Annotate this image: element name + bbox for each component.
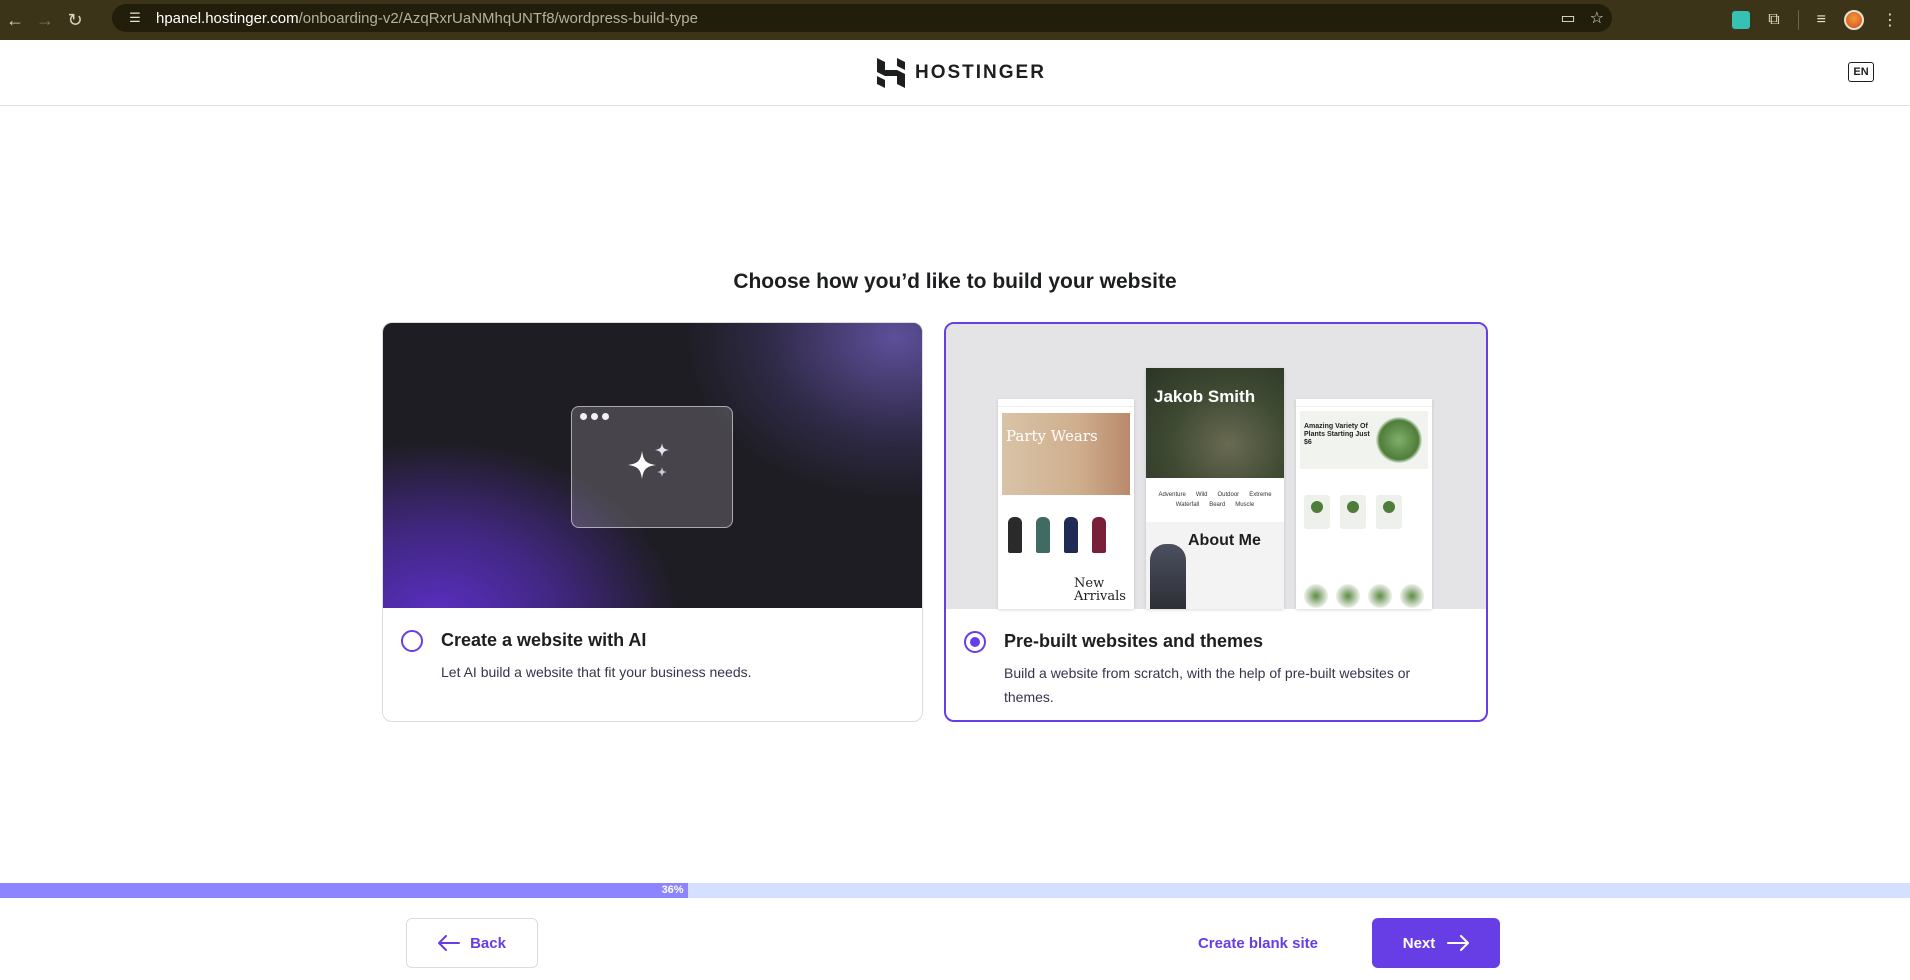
dress-thumbnails [1008, 517, 1106, 553]
app-header: HOSTINGER EN [0, 40, 1910, 106]
browser-toolbar: ← → ↻ ☰ hpanel.hostinger.com/onboarding-… [0, 0, 1910, 40]
option-card-ai[interactable]: Create a website with AI Let AI build a … [382, 322, 923, 722]
bookmark-star-icon[interactable]: ☆ [1590, 8, 1604, 28]
plant-leaf-icon [1376, 417, 1422, 463]
forward-arrow-icon[interactable]: → [30, 5, 60, 35]
portfolio-hero: Jakob Smith [1146, 368, 1284, 478]
next-button-label: Next [1402, 934, 1436, 952]
option-description: Build a website from scratch, with the h… [1004, 665, 1411, 705]
fashion-hero: Party Wears [1002, 413, 1130, 495]
hiker-figure [1150, 544, 1186, 609]
option-radio-prebuilt[interactable] [964, 631, 986, 653]
next-button[interactable]: Next [1372, 918, 1500, 968]
back-button-label: Back [470, 934, 506, 952]
hostinger-logo[interactable]: HOSTINGER [877, 58, 1046, 88]
fashion-hero-text: Party Wears [1006, 427, 1098, 445]
portfolio-tags: Adventure Wild Outdoor Extreme Waterfall… [1158, 492, 1272, 508]
more-menu-icon[interactable]: ⋮ [1882, 10, 1898, 30]
sparkles-icon [628, 443, 669, 479]
option-radio-ai[interactable] [401, 630, 423, 652]
toolbar-divider [1797, 10, 1799, 30]
window-dots-icon [580, 413, 609, 420]
featured-plant-thumbnails [1304, 584, 1424, 608]
address-bar[interactable]: ☰ hpanel.hostinger.com/onboarding-v2/Azq… [112, 4, 1612, 32]
option-title: Create a website with AI [441, 630, 647, 650]
ai-card-illustration [383, 323, 922, 608]
create-blank-site-button[interactable]: Create blank site [1184, 918, 1332, 968]
hostinger-logo-icon [877, 58, 905, 88]
prebuilt-card-preview: Party Wears New Arrivals Jakob Smith Adv… [946, 324, 1486, 609]
plant-thumbnails [1304, 495, 1402, 529]
portfolio-about: About Me [1146, 522, 1284, 609]
media-queue-icon[interactable]: ≡ [1817, 11, 1826, 29]
fashion-section-text: New Arrivals [1074, 576, 1126, 604]
fashion-template-preview: Party Wears New Arrivals [998, 399, 1134, 609]
language-selector[interactable]: EN [1848, 62, 1874, 82]
url-text: hpanel.hostinger.com/onboarding-v2/AzqRx… [156, 10, 698, 27]
site-settings-icon[interactable]: ☰ [124, 7, 146, 29]
card-icon[interactable]: ▭ [1561, 8, 1576, 28]
portfolio-template-preview: Jakob Smith Adventure Wild Outdoor Extre… [1146, 368, 1284, 609]
option-title: Pre-built websites and themes [1004, 631, 1264, 651]
plants-template-preview: Amazing Variety Of Plants Starting Just … [1296, 399, 1432, 609]
profile-avatar[interactable] [1844, 10, 1864, 30]
back-button[interactable]: Back [406, 918, 538, 968]
ai-window-graphic [571, 406, 733, 528]
back-arrow-icon[interactable]: ← [0, 5, 30, 35]
page-title: Choose how you’d like to build your webs… [733, 270, 1177, 293]
reload-icon[interactable]: ↻ [60, 5, 90, 35]
option-description: Let AI build a website that fit your bus… [441, 664, 752, 680]
option-card-prebuilt[interactable]: Party Wears New Arrivals Jakob Smith Adv… [944, 322, 1488, 722]
arrow-right-icon [1447, 935, 1470, 951]
progress-fill: 36% [0, 883, 688, 898]
plants-hero-text: Amazing Variety Of Plants Starting Just … [1304, 423, 1370, 446]
portfolio-about-text: About Me [1188, 532, 1261, 549]
plants-hero: Amazing Variety Of Plants Starting Just … [1300, 411, 1428, 469]
onboarding-progress-bar: 36% [0, 883, 1910, 898]
arrow-left-icon [438, 935, 461, 951]
progress-label: 36% [661, 884, 684, 896]
url-host: hpanel.hostinger.com [156, 9, 299, 27]
logo-text: HOSTINGER [915, 62, 1046, 83]
extension-icon[interactable] [1732, 11, 1751, 29]
portfolio-name-text: Jakob Smith [1154, 387, 1256, 406]
url-path: /onboarding-v2/AzqRxrUaNMhqUNTf8/wordpre… [298, 9, 698, 27]
puzzle-icon[interactable]: ⧉ [1768, 11, 1779, 29]
